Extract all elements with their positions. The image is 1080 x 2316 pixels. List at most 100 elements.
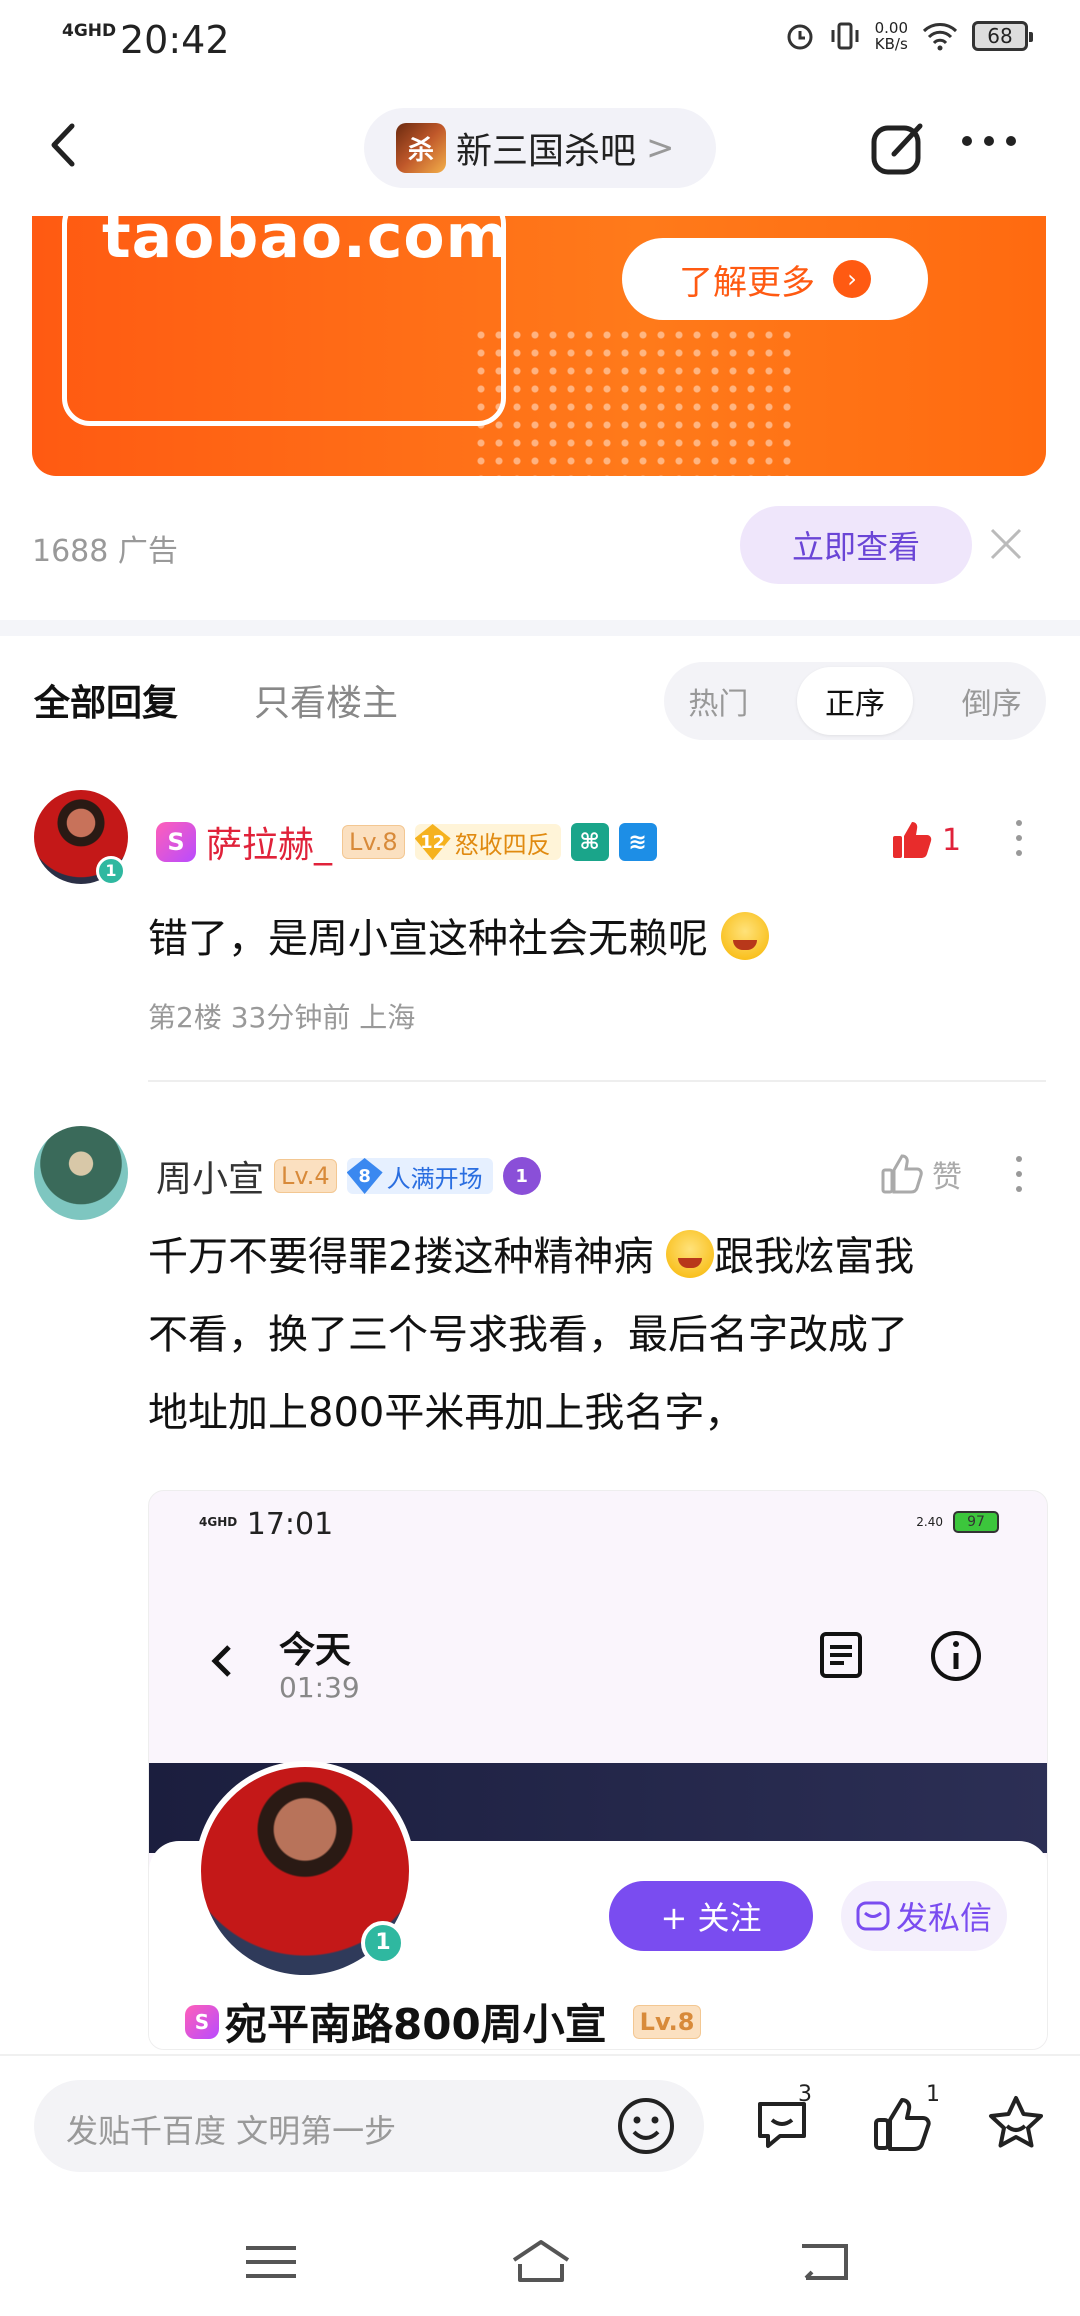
document-icon <box>820 1632 862 1678</box>
star-icon[interactable] <box>984 2092 1048 2156</box>
avatar-level-badge: 1 <box>96 856 126 886</box>
chevron-right-icon: > <box>646 128 675 168</box>
comment-separator <box>148 1080 1046 1082</box>
embedded-message-label: 发私信 <box>895 1899 992 1937</box>
svip-badge-icon: S <box>185 2004 219 2039</box>
comment-more-icon[interactable] <box>1016 1156 1022 1192</box>
embedded-speed: 2.40 <box>916 1515 943 1529</box>
thumbs-up-filled-icon <box>893 822 932 858</box>
ad-learn-more-button[interactable]: 了解更多 › <box>622 238 928 320</box>
comment-text: 千万不要得罪2搂这种精神病 跟我炫富我 不看，换了三个号求我看，最后名字改成了 … <box>148 1218 1048 1452</box>
tab-all-replies[interactable]: 全部回复 <box>34 674 178 726</box>
embedded-follow-button: + 关注 <box>609 1881 813 1951</box>
comment-header: 周小宣 Lv.4 8 人满开场 1 <box>156 1150 541 1202</box>
like-label: 赞 <box>932 1160 962 1195</box>
embedded-profile-name-text: 宛平南路800周小宣 <box>225 2000 607 2049</box>
info-icon <box>931 1631 981 1681</box>
sort-ascending[interactable]: 正序 <box>796 667 913 735</box>
top-nav: 杀 新三国杀吧 > <box>0 96 1080 216</box>
arrow-right-icon: › <box>833 260 871 298</box>
tab-op-only[interactable]: 只看楼主 <box>254 674 398 726</box>
comment-line-1: 千万不要得罪2搂这种精神病 <box>148 1234 654 1280</box>
comment-item: 周小宣 Lv.4 8 人满开场 1 赞 千万不要得罪2搂这种精神病 跟我炫富我 不… <box>0 1126 1080 1486</box>
battery-indicator: 68 <box>972 21 1033 51</box>
speed-unit: KB/s <box>874 35 908 53</box>
clock: 20:42 <box>120 18 230 62</box>
honor-label: 怒收四反 <box>454 830 551 859</box>
username[interactable]: 萨拉赫_ <box>206 816 332 868</box>
ad-footer: 1688 广告 立即查看 <box>32 506 1046 586</box>
badge-icon-purple: 1 <box>502 1157 541 1195</box>
embedded-level-badge: Lv.8 <box>632 2004 702 2039</box>
more-options-icon[interactable] <box>962 136 1016 146</box>
sort-descending[interactable]: 倒序 <box>962 679 1022 723</box>
ad-banner[interactable]: taobao.com 了解更多 › <box>32 216 1046 476</box>
comment-line-3: 地址加上800平米再加上我名字， <box>148 1390 745 1436</box>
embedded-time: 17:01 <box>246 1507 334 1542</box>
comment-line-2: 不看，换了三个号求我看，最后名字改成了 <box>148 1312 908 1358</box>
forum-logo: 杀 <box>396 123 446 173</box>
emoji-icon[interactable] <box>616 2096 676 2156</box>
like-count: 1 <box>942 822 962 858</box>
home-icon[interactable] <box>506 2234 576 2290</box>
embedded-message-button: 发私信 <box>841 1881 1007 1951</box>
badge-icon-blue: ≋ <box>618 823 657 861</box>
comment-image[interactable]: 4GHD 17:01 2.40 97 今天 01:39 1 + 关注 发私信 S… <box>148 1490 1048 2050</box>
status-bar: 4GHD 20:42 0.00 KB/s 68 <box>0 0 1080 84</box>
embedded-back-icon <box>211 1645 231 1677</box>
embedded-battery: 97 <box>953 1511 999 1533</box>
back-arrow-icon[interactable] <box>40 120 90 170</box>
avatar[interactable] <box>34 1126 128 1220</box>
edit-share-icon[interactable] <box>868 118 928 178</box>
thumbs-up-icon[interactable] <box>870 2092 934 2156</box>
like-button[interactable]: 1 <box>890 818 961 862</box>
reply-tabs: 全部回复 只看楼主 热门 正序 倒序 <box>0 656 1080 746</box>
vibrate-icon <box>831 22 859 50</box>
embedded-profile-name: S 宛平南路800周小宣 Lv.8 <box>185 1991 702 2049</box>
ad-dots-pattern <box>472 326 792 476</box>
ad-brand-text: taobao.com <box>102 216 510 272</box>
honor-badge: 8 人满开场 <box>346 1158 493 1194</box>
level-badge: Lv.8 <box>342 825 405 859</box>
forum-name: 新三国杀吧 <box>456 131 637 172</box>
status-icons: 0.00 KB/s 68 <box>785 20 1033 52</box>
embedded-network: 4GHD <box>199 1515 238 1529</box>
thumbs-up-icon <box>881 1154 923 1194</box>
comment-text: 错了，是周小宣这种社会无赖呢 <box>148 900 1048 978</box>
message-icon <box>856 1901 890 1931</box>
level-badge: Lv.4 <box>274 1159 337 1193</box>
grin-emoji-icon <box>666 1230 715 1278</box>
gem-icon: 8 <box>346 1158 383 1194</box>
svip-badge-icon: S <box>156 822 196 862</box>
embedded-subtitle: 01:39 <box>279 1671 360 1704</box>
menu-icon[interactable] <box>236 2234 306 2290</box>
embedded-avatar-badge: 1 <box>361 1921 405 1965</box>
gem-icon: 12 <box>414 824 451 860</box>
network-speed: 0.00 KB/s <box>875 20 908 52</box>
speed-value: 0.00 <box>874 19 908 37</box>
sort-toggle: 热门 正序 倒序 <box>664 662 1046 740</box>
grin-emoji-icon <box>720 912 769 960</box>
network-indicator: 4GHD <box>62 21 117 41</box>
ad-view-button[interactable]: 立即查看 <box>740 506 972 584</box>
section-divider <box>0 620 1080 636</box>
reply-placeholder: 发贴千百度 文明第一步 <box>66 2112 397 2150</box>
comment-meta: 第2楼 33分钟前 上海 <box>148 1001 416 1034</box>
username[interactable]: 周小宣 <box>156 1150 264 1202</box>
comment-more-icon[interactable] <box>1016 820 1022 856</box>
bottom-bar-divider <box>0 2054 1080 2056</box>
comment-item: 1 S 萨拉赫_ Lv.8 12 怒收四反 ⌘ ≋ 1 错了，是周小宣这种社会无赖… <box>0 790 1080 1090</box>
alarm-icon <box>787 24 813 50</box>
wifi-icon <box>922 23 958 51</box>
reply-input[interactable]: 发贴千百度 文明第一步 <box>34 2080 704 2172</box>
embedded-status-icons: 2.40 97 <box>916 1511 999 1533</box>
honor-badge: 12 怒收四反 <box>414 824 561 860</box>
close-icon[interactable] <box>986 524 1026 564</box>
back-nav-icon[interactable] <box>790 2234 860 2290</box>
ad-source-label: 1688 广告 <box>32 534 178 569</box>
comment-count: 3 <box>798 2082 812 2107</box>
sort-hot[interactable]: 热门 <box>688 679 748 723</box>
like-button[interactable]: 赞 <box>880 1152 962 1196</box>
forum-title-button[interactable]: 杀 新三国杀吧 > <box>364 108 716 188</box>
honor-label: 人满开场 <box>386 1164 483 1193</box>
